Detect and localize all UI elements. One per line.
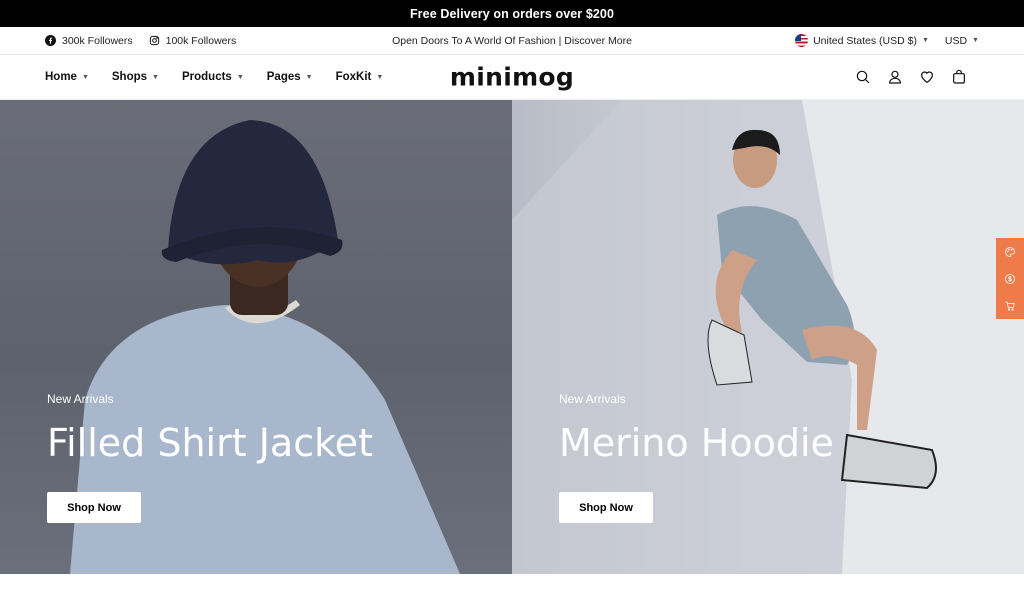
- shop-now-button-left[interactable]: Shop Now: [47, 492, 141, 523]
- announcement-bar: Free Delivery on orders over $200: [0, 0, 1024, 27]
- instagram-icon: [149, 35, 159, 46]
- hero-section: New Arrivals Filled Shirt Jacket Shop No…: [0, 100, 1024, 574]
- currency-label: USD: [944, 34, 968, 47]
- hero-panel-left: New Arrivals Filled Shirt Jacket Shop No…: [0, 100, 512, 574]
- side-toolbar: [996, 238, 1024, 319]
- shop-now-button-right[interactable]: Shop Now: [559, 492, 653, 523]
- country-selector[interactable]: United States (USD $) ▼: [795, 34, 929, 47]
- palette-icon: [1005, 246, 1015, 257]
- menu-label: Products: [181, 71, 232, 83]
- announcement-text: Free Delivery on orders over $200: [409, 6, 615, 21]
- hero-panel-right: New Arrivals Merino Hoodie Shop Now: [512, 100, 1024, 574]
- menu-label: FoxKit: [335, 71, 372, 83]
- menu-item-pages[interactable]: Pages ▼: [267, 71, 313, 83]
- cart-icon: [1005, 301, 1015, 311]
- main-nav: Home ▼ Shops ▼ Products ▼ Pages ▼ FoxKit ▼ mi…: [0, 55, 1024, 100]
- search-icon[interactable]: [855, 69, 871, 85]
- top-bar: 300k Followers 100k Followers Open Doors…: [0, 27, 1024, 55]
- menu-label: Shops: [111, 71, 148, 83]
- hero-subtitle: New Arrivals: [47, 392, 114, 406]
- chevron-down-icon: ▼: [81, 73, 89, 81]
- bag-icon[interactable]: [951, 69, 967, 85]
- dollar-icon: [1005, 273, 1015, 284]
- instagram-link[interactable]: 100k Followers: [149, 34, 237, 47]
- instagram-followers: 100k Followers: [165, 34, 237, 47]
- menu-label: Home: [45, 71, 77, 83]
- menu-item-home[interactable]: Home ▼: [45, 71, 89, 83]
- theme-options-button[interactable]: [996, 238, 1024, 265]
- hero-subtitle: New Arrivals: [559, 392, 626, 406]
- chevron-down-icon: ▼: [972, 37, 979, 44]
- facebook-icon: [45, 35, 56, 46]
- country-label: United States (USD $): [813, 34, 917, 47]
- menu-label: Pages: [266, 71, 301, 83]
- pricing-button[interactable]: [996, 265, 1024, 292]
- hero-text-right: New Arrivals Merino Hoodie: [559, 392, 834, 462]
- menu-item-shops[interactable]: Shops ▼: [112, 71, 159, 83]
- chevron-down-icon: ▼: [305, 73, 313, 81]
- menu-item-products[interactable]: Products ▼: [182, 71, 244, 83]
- chevron-down-icon: ▼: [236, 73, 244, 81]
- user-icon[interactable]: [887, 69, 903, 85]
- buy-now-button[interactable]: [996, 292, 1024, 319]
- promo-tagline[interactable]: Open Doors To A World Of Fashion | Disco…: [392, 35, 632, 47]
- facebook-followers: 300k Followers: [62, 34, 133, 47]
- menu-item-foxkit[interactable]: FoxKit ▼: [336, 71, 384, 83]
- chevron-down-icon: ▼: [376, 73, 384, 81]
- hero-title: Merino Hoodie: [559, 421, 834, 465]
- site-logo[interactable]: minimog: [450, 63, 574, 92]
- chevron-down-icon: ▼: [921, 37, 929, 44]
- hero-text-left: New Arrivals Filled Shirt Jacket: [47, 392, 373, 462]
- chevron-down-icon: ▼: [152, 73, 159, 81]
- us-flag-icon: [795, 34, 809, 47]
- main-menu: Home ▼ Shops ▼ Products ▼ Pages ▼ FoxKit ▼: [45, 71, 383, 83]
- hero-title: Filled Shirt Jacket: [47, 421, 374, 465]
- heart-icon[interactable]: [919, 69, 935, 85]
- currency-selector[interactable]: USD ▼: [945, 35, 979, 47]
- header-actions: [855, 69, 967, 85]
- facebook-link[interactable]: 300k Followers: [45, 35, 133, 47]
